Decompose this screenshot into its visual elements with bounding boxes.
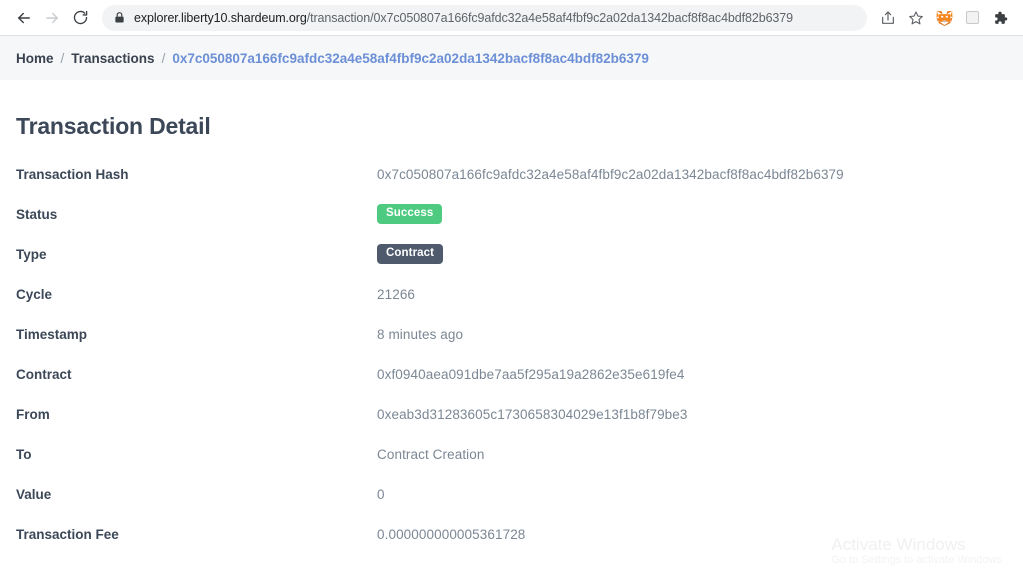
row-value-contract: 0xf0940aea091dbe7aa5f295a19a2862e35e619f… xyxy=(377,366,685,382)
table-row-transaction-fee: Transaction Fee 0.000000000005361728 xyxy=(16,514,1007,554)
url-path: /transaction/0x7c050807a166fc9afdc32a4e5… xyxy=(306,10,793,25)
share-icon[interactable] xyxy=(875,5,901,31)
breadcrumb-separator: / xyxy=(60,50,65,66)
table-row-to: To Contract Creation xyxy=(16,434,1007,474)
row-value-cycle: 21266 xyxy=(377,286,416,302)
row-label: Type xyxy=(16,246,47,262)
row-label: Contract xyxy=(16,366,72,382)
table-row-from: From 0xeab3d31283605c1730658304029e13f1b… xyxy=(16,394,1007,434)
row-label: Transaction Fee xyxy=(16,526,119,542)
bookmark-star-icon[interactable] xyxy=(903,5,929,31)
row-value-transaction-fee: 0.000000000005361728 xyxy=(377,526,526,542)
row-value-type: Contract xyxy=(377,244,444,264)
row-label: Transaction Hash xyxy=(16,166,129,182)
table-row-cycle: Cycle 21266 xyxy=(16,274,1007,314)
main-content: Transaction Detail Transaction Hash 0x7c… xyxy=(0,113,1023,554)
back-button[interactable] xyxy=(10,4,38,32)
row-value-status: Success xyxy=(377,204,443,224)
lock-icon xyxy=(114,11,125,24)
row-value-value: 0 xyxy=(377,486,385,502)
breadcrumb-item-hash[interactable]: 0x7c050807a166fc9afdc32a4e58af4fbf9c2a02… xyxy=(172,51,649,66)
breadcrumb-item-transactions[interactable]: Transactions xyxy=(71,51,154,66)
row-value-to: Contract Creation xyxy=(377,446,485,462)
blank-square-glyph xyxy=(965,11,979,24)
forward-arrow-icon xyxy=(46,12,58,23)
page-title: Transaction Detail xyxy=(16,113,211,139)
forward-button[interactable] xyxy=(38,4,66,32)
table-row-status: Status Success xyxy=(16,194,1007,234)
row-label: Status xyxy=(16,206,58,222)
puzzle-glyph xyxy=(995,11,1008,24)
breadcrumb-separator: / xyxy=(161,50,166,66)
browser-toolbar: explorer.liberty10.shardeum.org/transact… xyxy=(0,0,1023,36)
page-body: Home / Transactions / 0x7c050807a166fc9a… xyxy=(0,36,1023,569)
metamask-glyph xyxy=(936,10,952,26)
row-label: Cycle xyxy=(16,286,53,302)
back-arrow-icon xyxy=(18,12,30,23)
metamask-fox-icon[interactable] xyxy=(931,5,957,31)
row-label: From xyxy=(16,406,50,422)
transaction-detail-table: Transaction Hash 0x7c050807a166fc9afdc32… xyxy=(16,154,1007,554)
reload-icon xyxy=(73,10,87,25)
breadcrumb: Home / Transactions / 0x7c050807a166fc9a… xyxy=(0,36,1023,80)
table-row-contract: Contract 0xf0940aea091dbe7aa5f295a19a286… xyxy=(16,354,1007,394)
row-value-timestamp: 8 minutes ago xyxy=(377,326,464,342)
status-badge: Success xyxy=(377,204,443,224)
type-badge: Contract xyxy=(377,244,444,264)
row-label: To xyxy=(16,446,32,462)
row-value-from: 0xeab3d31283605c1730658304029e13f1b8f79b… xyxy=(377,406,688,422)
browser-toolbar-icons xyxy=(875,5,1013,31)
row-label: Timestamp xyxy=(16,326,88,342)
table-row-value: Value 0 xyxy=(16,474,1007,514)
address-bar-url: explorer.liberty10.shardeum.org/transact… xyxy=(134,11,857,25)
lock-glyph xyxy=(115,12,124,23)
url-host: explorer.liberty10.shardeum.org xyxy=(134,10,307,25)
table-row-transaction-hash: Transaction Hash 0x7c050807a166fc9afdc32… xyxy=(16,154,1007,194)
table-row-timestamp: Timestamp 8 minutes ago xyxy=(16,314,1007,354)
extensions-puzzle-icon[interactable] xyxy=(987,5,1013,31)
reload-button[interactable] xyxy=(66,4,94,32)
address-bar[interactable]: explorer.liberty10.shardeum.org/transact… xyxy=(102,4,867,31)
row-label: Value xyxy=(16,486,52,502)
breadcrumb-item-home[interactable]: Home xyxy=(16,51,54,66)
share-glyph xyxy=(882,10,894,24)
blank-extension-icon[interactable] xyxy=(959,5,985,31)
star-glyph xyxy=(909,10,923,24)
table-row-type: Type Contract xyxy=(16,234,1007,274)
row-value-transaction-hash: 0x7c050807a166fc9afdc32a4e58af4fbf9c2a02… xyxy=(377,166,844,182)
watermark-subtitle: Go to Settings to activate Windows. xyxy=(831,554,1005,567)
